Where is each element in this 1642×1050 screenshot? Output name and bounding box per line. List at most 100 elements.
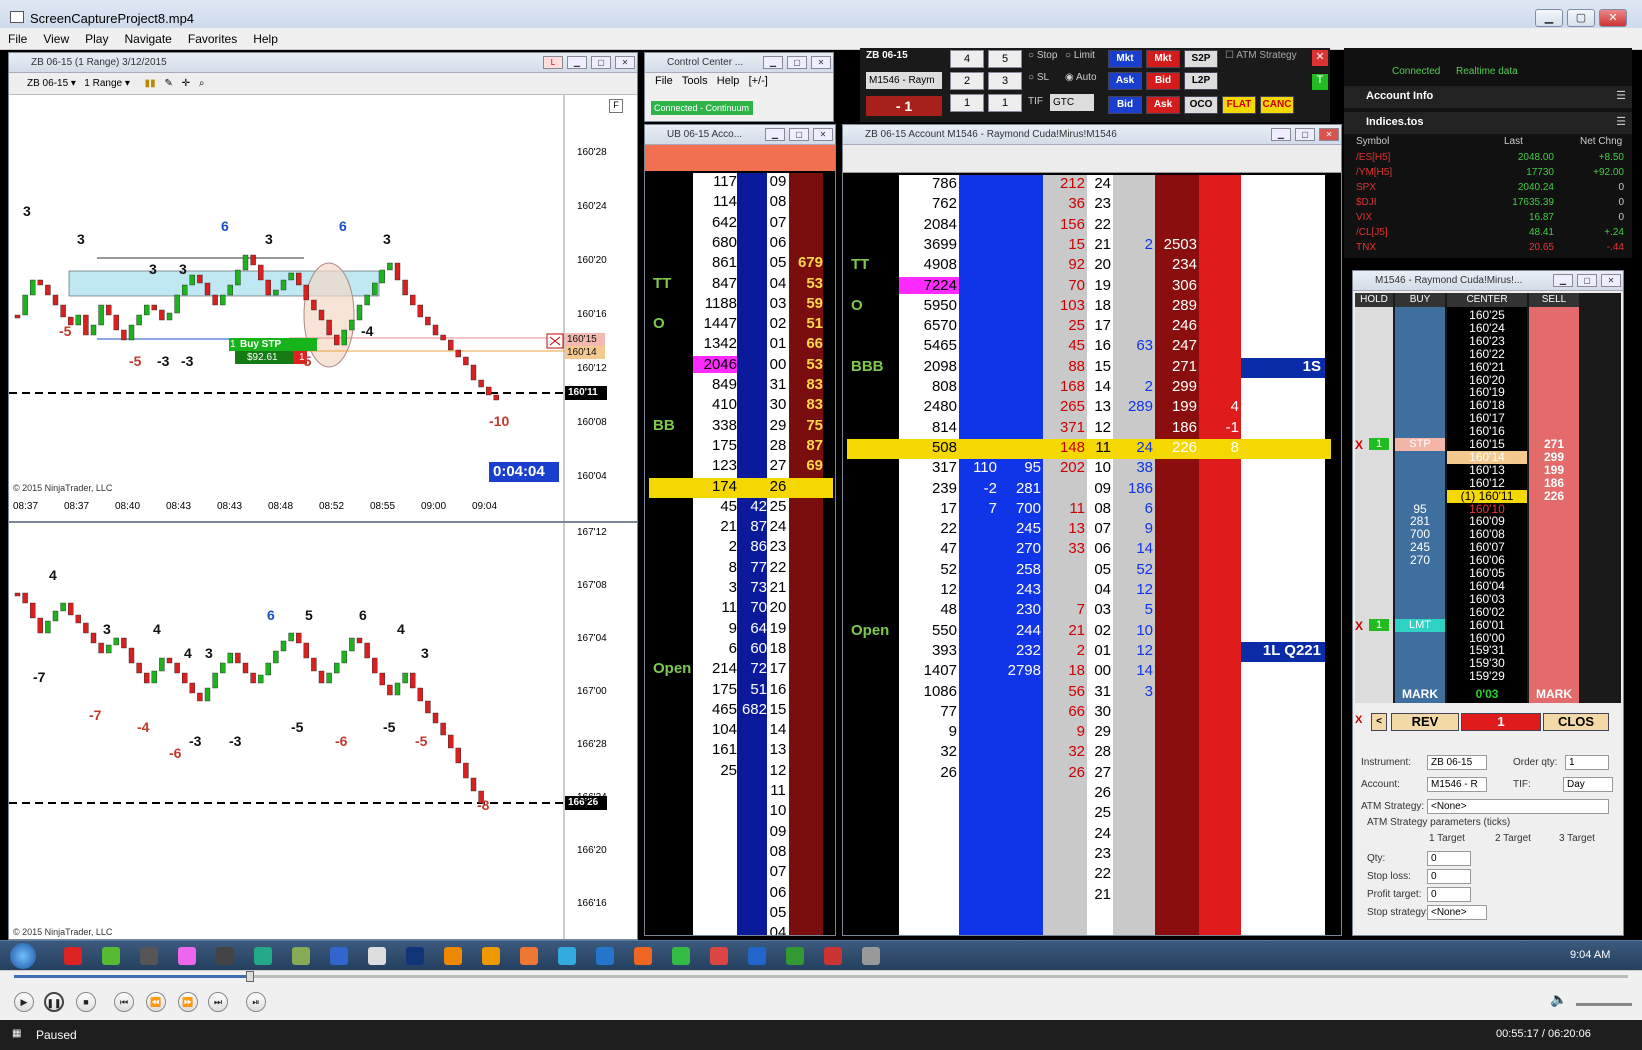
taskbar-app-icon[interactable] [178,947,196,965]
cc-minimize[interactable]: ▁ [763,56,783,69]
chart-restore-button[interactable]: ▢ [591,56,611,69]
chart-f-button[interactable]: F [609,99,623,113]
taskbar-app-icon[interactable] [406,947,424,965]
wl-symbol[interactable]: TNX [1356,242,1376,253]
indices-bar[interactable]: Indices.tos ☰ [1344,112,1632,134]
wl-symbol[interactable]: /ES[H5] [1356,152,1390,163]
zb-order-label[interactable]: 1L Q221 [1241,641,1325,662]
taskbar-app-icon[interactable] [672,947,690,965]
oe-stop-radio[interactable]: ○ Stop [1028,50,1057,61]
wl-symbol[interactable]: /CL[J5] [1356,227,1388,238]
oe-limit-radio[interactable]: ○ Limit [1065,50,1095,61]
start-button[interactable] [10,943,36,969]
oe-ask-button[interactable]: Ask [1146,96,1180,114]
taskbar-app-icon[interactable] [140,947,158,965]
taskbar-app-icon[interactable] [786,947,804,965]
menu-file[interactable]: File [0,28,35,50]
stop-strategy-select[interactable]: <None> [1427,905,1487,920]
indices-menu-icon[interactable]: ☰ [1616,115,1626,128]
taskbar-app-icon[interactable] [558,947,576,965]
wl-symbol[interactable]: $DJI [1356,197,1377,208]
instrument-selector[interactable]: ZB 06-15 [27,78,68,89]
sd-lmt-order[interactable]: LMT [1395,618,1445,632]
qty-field[interactable]: 0 [1427,851,1471,866]
sd-sell-cell[interactable]: 186 [1529,476,1579,490]
sd-header[interactable]: BUY [1395,293,1445,307]
rewind-button[interactable]: ⏪ [146,992,166,1012]
chart-minimize-button[interactable]: ▁ [567,56,587,69]
oe-tif-select[interactable]: GTC [1050,94,1094,111]
oe-sl-radio[interactable]: ○ SL [1028,72,1049,83]
sd-buy-cell[interactable]: 270 [1395,554,1445,567]
qty-quick-button[interactable]: 1 [988,94,1022,112]
order-label[interactable]: Buy STP [240,339,281,350]
taskbar-app-icon[interactable] [520,947,538,965]
frame-step-button[interactable]: ⏯ [246,992,266,1012]
cc-restore[interactable]: ▢ [787,56,807,69]
minimize-button[interactable]: ▁ [1535,9,1563,27]
atm-strategy-select[interactable]: <None> [1427,799,1609,814]
oe-flat-button[interactable]: FLAT [1222,96,1256,114]
sd-lmt-x[interactable]: X [1355,619,1363,633]
taskbar-app-icon[interactable] [368,947,386,965]
cc-menu-file[interactable]: File [655,75,673,87]
wl-header-net[interactable]: Net Chng [1580,136,1622,147]
sd-reverse-button[interactable]: REV [1391,713,1459,731]
pause-button[interactable]: ❚❚ [44,992,64,1012]
stop-button[interactable]: ■ [76,992,96,1012]
ub-restore[interactable]: ▢ [789,128,809,141]
zb-price-ladder[interactable]: 786 212 24 762 36 23 2084 156 22 3699 15 21 2 2503 490… [847,175,1339,935]
volume-icon[interactable]: 🔈 [1550,991,1567,1008]
taskbar-app-icon[interactable] [254,947,272,965]
close-button[interactable]: ✕ [1599,9,1627,27]
zb-order-label[interactable]: 1S [1241,357,1325,378]
sd-mark-sell[interactable]: MARK [1529,687,1579,701]
sd-back-button[interactable]: < [1371,713,1387,731]
ub-close[interactable]: ✕ [813,128,833,141]
taskbar-app-icon[interactable] [64,947,82,965]
sd-sell-cell[interactable]: 199 [1529,463,1579,477]
oe-bid-button[interactable]: Bid [1108,96,1142,114]
cc-menu-expand[interactable]: [+/-] [749,75,768,87]
sd-minimize[interactable]: ▁ [1553,274,1573,287]
instrument-select[interactable]: ZB 06-15 [1427,755,1487,770]
bar-type-icon[interactable]: ▮▮ [145,78,156,89]
oe-atm-checkbox[interactable]: ☐ ATM Strategy [1225,50,1297,61]
ub-price-ladder[interactable]: 117 09 114 08 642 07 680 06 861 05 679 847 04 53 1188 0… [649,173,833,935]
menu-view[interactable]: View [35,28,77,50]
menu-play[interactable]: Play [77,28,116,50]
seek-thumb[interactable] [246,971,254,982]
oe-auto-radio[interactable]: ◉ Auto [1065,72,1097,83]
oe-account-select[interactable]: M1546 - Raym [866,72,942,89]
oe-oco-button[interactable]: OCO [1184,96,1218,114]
taskbar-app-icon[interactable] [216,947,234,965]
sd-header[interactable]: HOLD [1355,293,1393,307]
oe-mkt-button[interactable]: Mkt [1146,50,1180,68]
forward-button[interactable]: ⏩ [178,992,198,1012]
wl-header-symbol[interactable]: Symbol [1356,136,1389,147]
oe-ask-button[interactable]: Ask [1108,72,1142,90]
wl-symbol[interactable]: SPX [1356,182,1376,193]
ub-minimize[interactable]: ▁ [765,128,785,141]
oe-s2p-button[interactable]: S2P [1184,50,1218,68]
maximize-button[interactable]: ▢ [1567,9,1595,27]
taskbar-app-icon[interactable] [634,947,652,965]
zb-minimize[interactable]: ▁ [1271,128,1291,141]
tif-select[interactable]: Day [1563,777,1613,792]
cc-menu-tools[interactable]: Tools [682,75,708,87]
play-button[interactable]: ▶ [14,992,34,1012]
oe-bid-button[interactable]: Bid [1146,72,1180,90]
oe-canc-button[interactable]: CANC [1260,96,1294,114]
menu-favorites[interactable]: Favorites [180,28,245,50]
sd-restore[interactable]: ▢ [1577,274,1597,287]
sd-header[interactable]: SELL [1529,293,1579,307]
zb-close[interactable]: ✕ [1319,128,1339,141]
menu-navigate[interactable]: Navigate [116,28,179,50]
sd-cancel-x[interactable]: X [1355,714,1362,726]
drawing-pencil-icon[interactable]: ✎ [164,78,172,89]
taskbar-app-icon[interactable] [444,947,462,965]
account-info-bar[interactable]: Account Info ☰ [1344,86,1632,108]
link-button[interactable]: L [543,56,563,69]
superdom-grid[interactable]: HOLD BUY CENTER SELL 160'25 160'24 160'23 160'2… [1355,293,1621,703]
sd-header[interactable]: CENTER [1447,293,1527,307]
